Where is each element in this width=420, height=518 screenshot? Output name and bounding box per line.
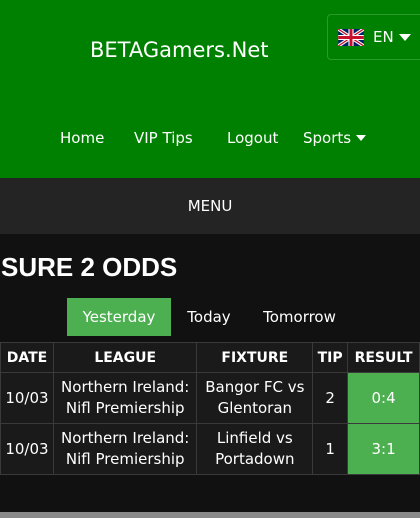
menu-bar[interactable]: MENU [0,178,420,234]
site-header: BETAGamers.Net EN Home VIP Tips Logout S… [0,0,420,178]
nav-sports[interactable]: Sports [303,129,367,147]
cell-result: 3:1 [347,423,420,475]
tab-yesterday[interactable]: Yesterday [67,298,171,336]
column-header-fixture: FIXTURE [196,342,314,373]
nav-vip-tips[interactable]: VIP Tips [134,129,193,147]
column-header-tip: TIP [312,342,349,373]
nav-sports-label: Sports [303,129,352,147]
table-row: 10/03 Northern Ireland: Nifl Premiership… [0,423,420,475]
cell-date: 10/03 [0,372,54,424]
page-title: SURE 2 ODDS [1,252,178,282]
chevron-down-icon [356,135,367,141]
tab-tomorrow[interactable]: Tomorrow [247,298,352,336]
cell-fixture: Linfield vs Portadown [196,423,314,475]
menu-toggle-label: MENU [187,197,233,215]
cell-fixture: Bangor FC vs Glentoran [196,372,314,424]
language-selector[interactable]: EN [327,14,420,60]
tab-today[interactable]: Today [171,298,247,336]
column-header-result: RESULT [347,342,420,373]
cell-league: Northern Ireland: Nifl Premiership [52,372,198,424]
uk-flag-icon [338,29,364,46]
nav-home[interactable]: Home [60,129,104,147]
table-header-row: DATE LEAGUE FIXTURE TIP RESULT [0,342,420,373]
page-bottom-bar [0,512,420,518]
tips-table: DATE LEAGUE FIXTURE TIP RESULT 10/03 Nor… [0,342,420,475]
site-brand[interactable]: BETAGamers.Net [90,38,269,62]
chevron-down-icon [399,34,411,41]
column-header-league: LEAGUE [52,342,198,373]
cell-league: Northern Ireland: Nifl Premiership [52,423,198,475]
cell-tip: 2 [312,372,349,424]
table-row: 10/03 Northern Ireland: Nifl Premiership… [0,372,420,424]
cell-result: 0:4 [347,372,420,424]
column-header-date: DATE [0,342,54,373]
nav-logout[interactable]: Logout [227,129,278,147]
language-label: EN [373,28,394,46]
cell-date: 10/03 [0,423,54,475]
cell-tip: 1 [312,423,349,475]
